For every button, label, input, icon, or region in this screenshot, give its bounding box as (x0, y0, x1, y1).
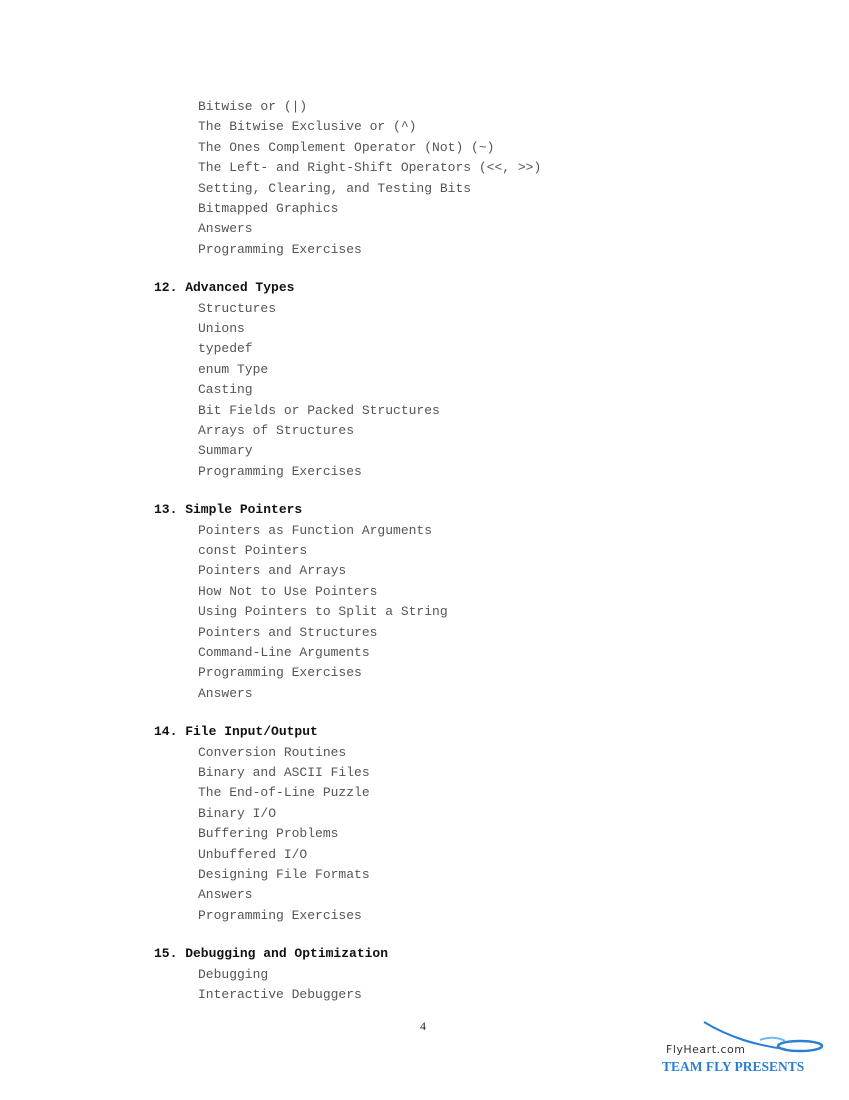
chapter-heading: 15. Debugging and Optimization (154, 946, 389, 962)
toc-entry: Designing File Formats (198, 867, 370, 882)
toc-entry: Programming Exercises (198, 241, 362, 257)
toc-entry: Unions (198, 321, 245, 336)
toc-entry: Unbuffered I/O (198, 846, 308, 862)
toc-entry: Programming Exercises (198, 665, 362, 681)
chapter-heading: 12. Advanced Types (154, 280, 295, 296)
toc-entry: Pointers and Arrays (198, 563, 347, 579)
toc-entry: Command-Line Arguments (198, 645, 370, 660)
toc-entry: typedef (198, 341, 253, 357)
toc-entry: Programming Exercises (198, 463, 362, 479)
toc-entry: The End-of-Line Puzzle (198, 785, 370, 801)
team-fly-logo: FlyHeart.com TEAM FLY PRESENTS (660, 1016, 830, 1076)
toc-entry: Using Pointers to Split a String (198, 604, 448, 620)
toc-entry: Casting (198, 382, 253, 398)
toc-entry: Binary and ASCII Files (198, 765, 370, 780)
toc-entry: Answers (198, 685, 253, 701)
toc-entry: Bitmapped Graphics (198, 201, 339, 216)
toc-entry: Binary I/O (198, 805, 277, 821)
chapter-heading: 13. Simple Pointers (154, 502, 303, 518)
toc-entry: Buffering Problems (198, 826, 339, 842)
toc-entry: Pointers and Structures (198, 624, 378, 640)
toc-entry: Bit Fields or Packed Structures (198, 402, 440, 418)
toc-entry: Setting, Clearing, and Testing Bits (198, 180, 472, 196)
chapter-heading: 14. File Input/Output (154, 724, 318, 740)
toc-entry: Arrays of Structures (198, 423, 355, 438)
document-page: Bitwise or (|) The Bitwise Exclusive or (… (0, 0, 849, 1100)
toc-entry: Programming Exercises (198, 907, 362, 923)
toc-entry: The Ones Complement Operator (Not) (~) (198, 139, 495, 155)
toc-entry: Conversion Routines (198, 744, 347, 760)
toc-entry: enum Type (198, 361, 269, 377)
toc-entry: const Pointers (198, 543, 308, 558)
toc-entry: Pointers as Function Arguments (198, 522, 433, 538)
toc-entry: Bitwise or (|) (198, 99, 308, 114)
logo-site-name: FlyHeart.com (666, 1043, 746, 1056)
toc-entry: Structures (198, 300, 277, 316)
toc-entry: How Not to Use Pointers (198, 583, 378, 599)
toc-entry: Debugging (198, 966, 269, 982)
toc-entry: The Bitwise Exclusive or (^) (198, 119, 417, 135)
toc-entry: Summary (198, 443, 253, 459)
toc-entry: Answers (198, 887, 253, 903)
toc-entry: Interactive Debuggers (198, 987, 362, 1002)
page-number: 4 (420, 1019, 426, 1033)
logo-tagline: TEAM FLY PRESENTS (662, 1059, 805, 1074)
toc-entry: Answers (198, 221, 253, 237)
toc-entry: The Left- and Right-Shift Operators (<<,… (198, 160, 542, 176)
